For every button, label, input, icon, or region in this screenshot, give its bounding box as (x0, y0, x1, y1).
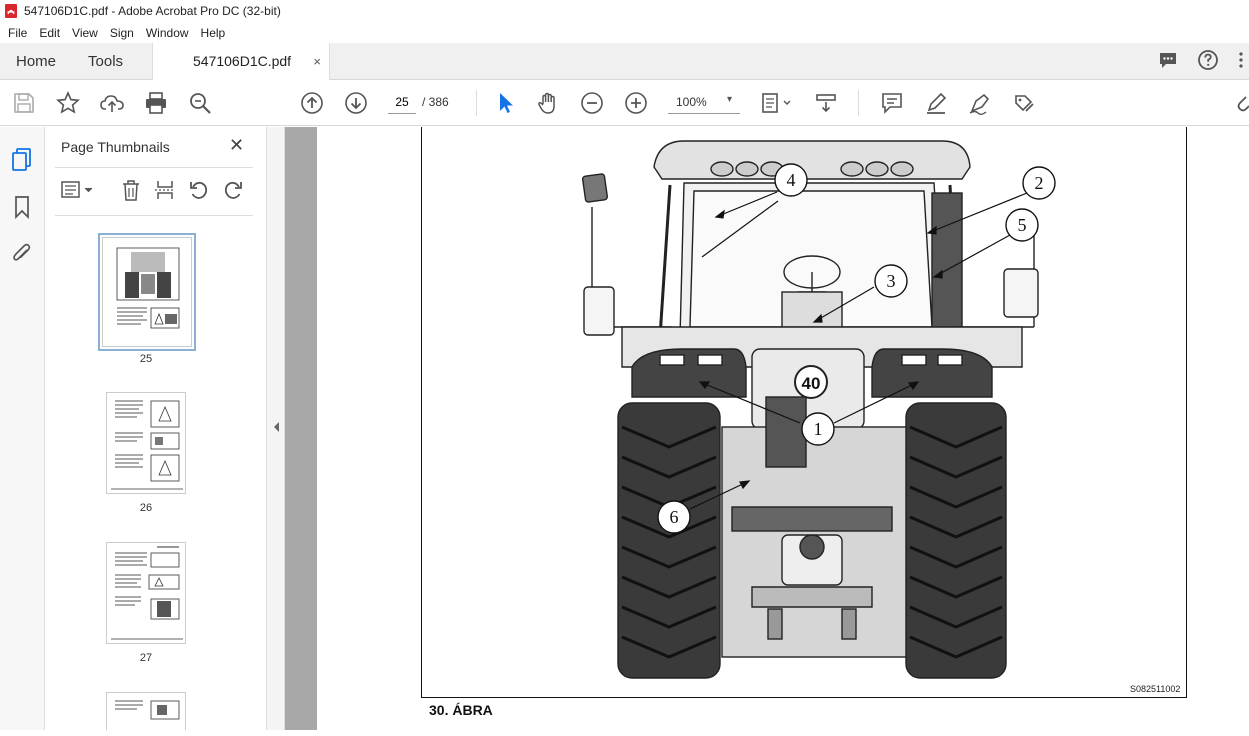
panel-close-button[interactable]: ✕ (229, 135, 244, 156)
title-bar: 547106D1C.pdf - Adobe Acrobat Pro DC (32… (0, 0, 1249, 22)
divider (55, 167, 253, 168)
zoom-value: 100% (676, 95, 707, 109)
figure-frame: 4 2 3 5 1 6 40 (421, 127, 1187, 698)
select-cursor-icon[interactable] (494, 91, 518, 115)
thumbnails-panel: Page Thumbnails ✕ 25 26 27 (45, 127, 302, 730)
page-thumbnail-image (116, 247, 180, 329)
page-thumbnail-image (111, 400, 183, 490)
tab-document-label: 547106D1C.pdf (193, 53, 292, 69)
thumbnail-page-28[interactable] (106, 692, 186, 730)
thumbnail-page-25[interactable] (98, 233, 196, 351)
menu-help[interactable]: Help (201, 26, 226, 40)
page-view-icon[interactable] (760, 91, 794, 115)
menu-sign[interactable]: Sign (110, 26, 134, 40)
figure-caption: 30. ÁBRA (429, 702, 493, 718)
page-thumbnail-image (111, 546, 183, 640)
divider (55, 215, 253, 216)
previous-page-icon[interactable] (300, 91, 324, 115)
tab-home[interactable]: Home (0, 43, 72, 80)
help-icon[interactable] (1197, 49, 1219, 71)
attachment-icon[interactable] (11, 241, 33, 265)
star-icon[interactable] (56, 91, 80, 115)
menu-edit[interactable]: Edit (39, 26, 60, 40)
thumbnail-label: 26 (139, 502, 153, 514)
callout-3: 3 (887, 271, 896, 291)
menu-file[interactable]: File (8, 26, 27, 40)
panel-title: Page Thumbnails (61, 139, 170, 155)
chevron-down-icon: ▾ (726, 94, 732, 105)
tab-document[interactable]: 547106D1C.pdf × (152, 43, 330, 80)
menu-window[interactable]: Window (146, 26, 189, 40)
callout-5: 5 (1018, 215, 1027, 235)
tab-bar: Home Tools 547106D1C.pdf × (0, 43, 1249, 80)
figure-code: S082511002 (1130, 684, 1181, 694)
link-icon[interactable] (1236, 91, 1249, 115)
menu-view[interactable]: View (72, 26, 98, 40)
page-thumbnail-image (115, 700, 180, 720)
fill-sign-icon[interactable] (1012, 91, 1036, 115)
page-number-input[interactable] (388, 90, 416, 114)
window-title: 547106D1C.pdf - Adobe Acrobat Pro DC (32… (24, 4, 281, 18)
thumbnail-label: 27 (139, 652, 153, 664)
tractor-rear-illustration: 4 2 3 5 1 6 40 (581, 140, 1056, 679)
zoom-search-icon[interactable] (188, 91, 212, 115)
more-options-icon[interactable] (1237, 49, 1245, 71)
thumbnail-label: 25 (139, 353, 153, 365)
left-rail (0, 127, 45, 730)
bookmark-icon[interactable] (13, 195, 31, 219)
toolbar (0, 80, 1249, 126)
tab-tools[interactable]: Tools (72, 43, 139, 80)
zoom-out-icon[interactable] (580, 91, 604, 115)
save-icon[interactable] (12, 91, 36, 115)
draw-sign-icon[interactable] (968, 91, 992, 115)
callout-4: 4 (787, 170, 796, 190)
rotate-left-icon[interactable] (188, 179, 210, 201)
thumbnail-page-27[interactable] (106, 542, 186, 644)
callout-2: 2 (1035, 173, 1044, 193)
next-page-icon[interactable] (344, 91, 368, 115)
scroll-mode-icon[interactable] (814, 91, 838, 115)
zoom-in-icon[interactable] (624, 91, 648, 115)
upload-cloud-icon[interactable] (100, 91, 124, 115)
extract-page-icon[interactable] (154, 179, 176, 201)
add-comment-icon[interactable] (880, 91, 904, 115)
rotate-right-icon[interactable] (222, 179, 244, 201)
tab-close-button[interactable]: × (313, 43, 321, 80)
page-thumbnails-icon[interactable] (11, 147, 35, 173)
page-total: / 386 (422, 95, 449, 109)
hand-tool-icon[interactable] (536, 91, 560, 115)
acrobat-icon (5, 4, 17, 18)
toolbar-separator (476, 90, 477, 116)
panel-collapse-strip[interactable] (267, 127, 285, 730)
print-icon[interactable] (144, 91, 168, 115)
speed-sign-label: 40 (802, 374, 821, 393)
toolbar-separator (858, 90, 859, 116)
zoom-dropdown[interactable]: 100% ▾ (668, 90, 740, 114)
collapse-arrow-icon[interactable] (271, 420, 281, 434)
comment-icon[interactable] (1157, 49, 1179, 71)
delete-page-icon[interactable] (121, 179, 141, 201)
highlight-pen-icon[interactable] (924, 91, 948, 115)
thumbnail-options-icon[interactable] (61, 179, 97, 201)
thumbnail-page-26[interactable] (106, 392, 186, 494)
callout-6: 6 (670, 507, 679, 527)
callout-1: 1 (814, 419, 823, 439)
menu-bar: File Edit View Sign Window Help (0, 22, 1249, 43)
